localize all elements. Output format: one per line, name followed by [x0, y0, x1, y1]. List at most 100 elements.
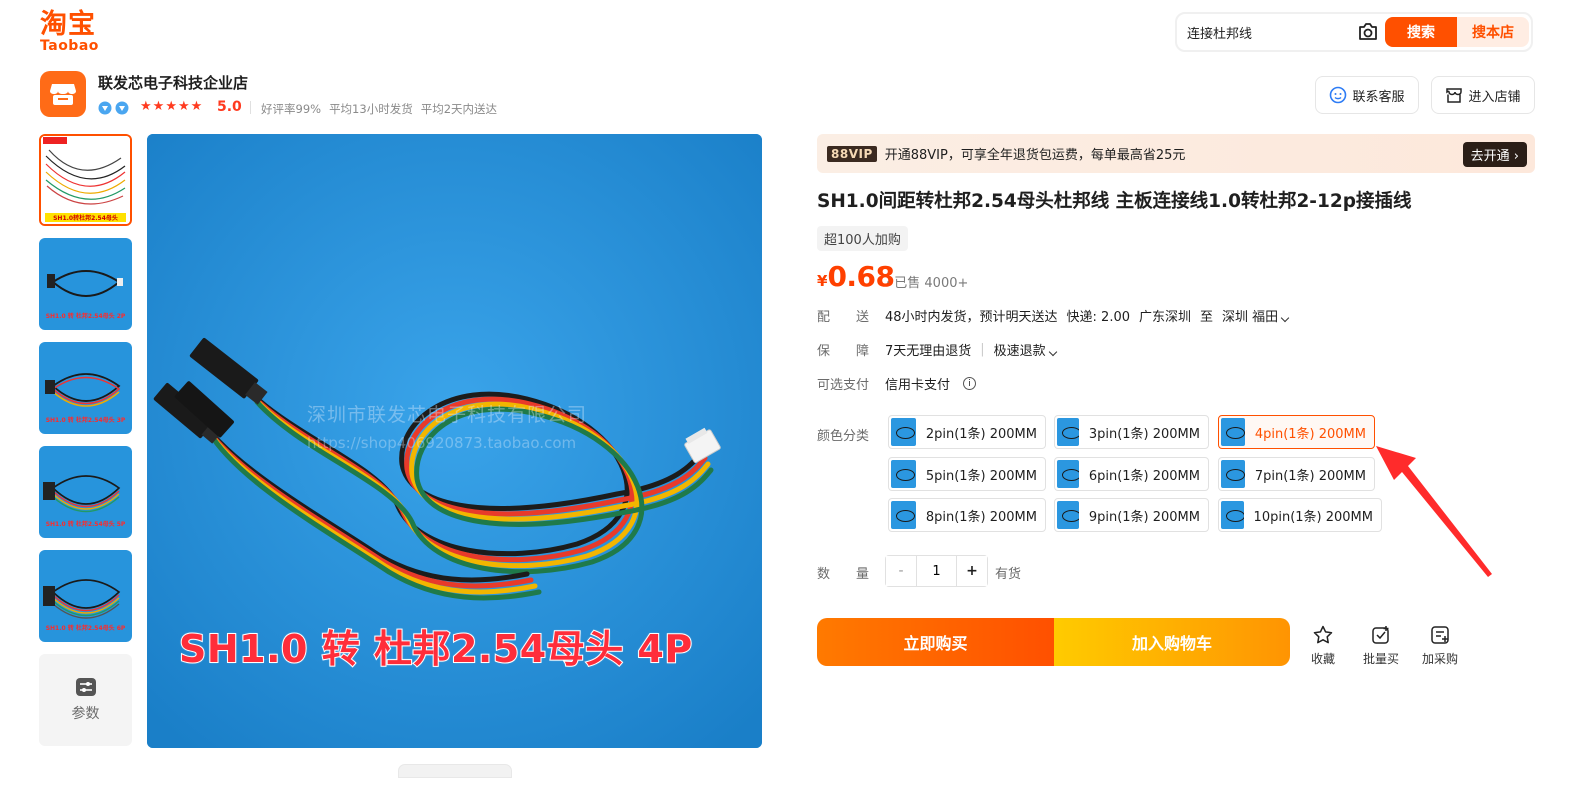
delivery-text: 48小时内发货，预计明天送达 [885, 310, 1058, 325]
search-input[interactable] [1187, 24, 1347, 40]
guarantee-text: 7天无理由退货 [885, 344, 972, 359]
sku-option[interactable]: 5pin(1条) 200MM [888, 457, 1046, 491]
watermark-text: 深圳市联发芯电子科技有限公司 [307, 404, 588, 426]
fast-refund-dropdown[interactable]: 极速退款 [994, 340, 1057, 359]
delivery-label: 配 送 [817, 310, 870, 325]
thumbnail-label: SH1.0 转 杜邦2.54母头 2P [45, 313, 126, 320]
star-icon: ★ [190, 99, 203, 114]
sku-option[interactable]: 3pin(1条) 200MM [1054, 415, 1209, 449]
divider: | [980, 342, 985, 357]
thumbnail-item[interactable]: SH1.0 转 杜邦2.54母头 5P [39, 446, 132, 538]
payment-text: 信用卡支付 [885, 378, 951, 393]
camera-icon[interactable] [1357, 22, 1379, 42]
favorite-action[interactable]: 收藏 [1298, 624, 1348, 667]
sold-count: · 已售 4000+ [886, 276, 969, 291]
thumbnail-item[interactable]: SH1.0 转 杜邦2.54母头 2P [39, 238, 132, 330]
sku-option[interactable]: 2pin(1条) 200MM [888, 415, 1046, 449]
logo-text-cn: 淘宝 [40, 9, 96, 40]
avg-ship-time: 平均13小时发货 [329, 102, 413, 116]
store-badges [98, 100, 129, 116]
customer-service-icon [1330, 86, 1347, 104]
sku-thumbnail [1057, 418, 1079, 446]
sku-option[interactable]: 7pin(1条) 200MM [1218, 457, 1375, 491]
payment-info: 信用卡支付 i [885, 374, 977, 393]
sku-option[interactable]: 6pin(1条) 200MM [1054, 457, 1209, 491]
quantity-increase-button[interactable]: + [957, 556, 987, 586]
shop-icon [1446, 88, 1463, 103]
procurement-icon [1431, 626, 1449, 644]
thumbnail-image [41, 136, 130, 224]
thumbnail-item[interactable]: SH1.0 转 杜邦2.54母头 3P [39, 342, 132, 434]
enter-shop-label: 进入店铺 [1468, 89, 1521, 105]
thumbnail-item[interactable]: SH1.0转杜邦2.54母头 [39, 134, 132, 226]
sku-label: 颜色分类 [817, 429, 870, 444]
sku-thumbnail [1221, 418, 1245, 446]
store-name[interactable]: 联发芯电子科技企业店 [98, 72, 248, 93]
quantity-stepper: - + [885, 555, 988, 587]
store-icon [50, 84, 76, 105]
stock-status: 有货 [995, 567, 1022, 582]
sku-thumbnail [1221, 460, 1245, 488]
contact-service-button[interactable]: 联系客服 [1315, 76, 1419, 114]
add-procurement-action[interactable]: 加采购 [1415, 624, 1465, 667]
sku-option-label: 3pin(1条) 200MM [1088, 426, 1200, 442]
price: ¥ 0.68 [817, 260, 895, 293]
rating-score: 5.0 [217, 99, 242, 115]
enter-shop-button[interactable]: 进入店铺 [1431, 76, 1535, 114]
sku-option-label: 9pin(1条) 200MM [1088, 509, 1200, 525]
vip-open-label: 去开通 [1470, 149, 1510, 164]
sku-option-label: 7pin(1条) 200MM [1254, 468, 1366, 484]
add-procurement-label: 加采购 [1421, 652, 1458, 666]
price-value: 0.68 [827, 260, 895, 293]
main-product-image[interactable]: 深圳市联发芯电子科技有限公司 https://shop406920873.tao… [147, 134, 762, 748]
diamond-badge-icon [98, 101, 112, 115]
info-icon[interactable]: i [963, 377, 977, 390]
sku-thumbnail [1221, 501, 1244, 529]
sku-thumbnail [1057, 460, 1079, 488]
thumbnail-label: SH1.0 转 杜邦2.54母头 5P [45, 521, 126, 528]
vip-text: 开通88VIP，可享全年退货包运费，每单最高省25元 [884, 148, 1186, 163]
favorite-label: 收藏 [1310, 652, 1335, 666]
guarantee-label: 保 障 [817, 344, 870, 359]
thumbnail-list: SH1.0转杜邦2.54母头 SH1.0 转 杜邦2.54母头 2P SH1.0… [39, 134, 132, 746]
sku-thumbnail [891, 460, 916, 488]
sku-option-label: 2pin(1条) 200MM [925, 426, 1037, 442]
sku-option[interactable]: 10pin(1条) 200MM [1218, 498, 1382, 532]
quantity-input[interactable] [916, 556, 957, 586]
taobao-logo[interactable]: 淘宝 Taobao [40, 10, 104, 54]
delivery-from: 广东深圳 [1139, 310, 1192, 325]
delivery-destination-select[interactable]: 深圳 福田 [1222, 306, 1290, 325]
thumbnail-item[interactable]: SH1.0 转 杜邦2.54母头 6P [39, 550, 132, 642]
thumbnail-label: SH1.0 转 杜邦2.54母头 6P [45, 625, 126, 632]
sku-option[interactable]: 9pin(1条) 200MM [1054, 498, 1209, 532]
bulk-buy-action[interactable]: 批量买 [1356, 624, 1406, 667]
currency-symbol: ¥ [817, 272, 828, 290]
sku-option-selected[interactable]: 4pin(1条) 200MM [1218, 415, 1375, 449]
add-to-cart-button[interactable]: 加入购物车 [1054, 618, 1290, 666]
search-in-shop-button[interactable]: 搜本店 [1457, 17, 1529, 47]
search-button[interactable]: 搜索 [1385, 17, 1457, 47]
chevron-down-icon [1048, 347, 1057, 357]
vip-tag: 88VIP [827, 145, 877, 162]
delivery-info: 48小时内发货，预计明天送达 快递: 2.00 广东深圳 至 深圳 福田 [885, 306, 1290, 325]
star-icon: ★ [152, 99, 165, 114]
star-icon: ★ [177, 99, 190, 114]
gallery-scroll-handle[interactable] [398, 764, 512, 778]
sku-thumbnail [891, 501, 916, 529]
store-avatar[interactable] [40, 71, 86, 117]
thumbnail-label: SH1.0 转 杜邦2.54母头 3P [45, 417, 126, 424]
delivery-fee: 快递: 2.00 [1066, 310, 1131, 325]
sku-option-label: 5pin(1条) 200MM [925, 468, 1037, 484]
watermark-url: https://shop406920873.taobao.com [307, 434, 577, 452]
vip-open-button[interactable]: 去开通 › [1462, 142, 1527, 167]
bulk-buy-icon [1372, 626, 1389, 644]
positive-rate: 好评率99% [261, 102, 322, 116]
params-button[interactable]: 参数 [39, 654, 132, 746]
chevron-down-icon [1280, 313, 1290, 323]
image-caption: SH1.0 转 杜邦2.54母头 4P [178, 626, 693, 672]
sku-option[interactable]: 8pin(1条) 200MM [888, 498, 1046, 532]
buy-now-button[interactable]: 立即购买 [817, 618, 1054, 666]
quantity-decrease-button[interactable]: - [886, 556, 916, 586]
params-label: 参数 [71, 706, 100, 722]
store-metrics: 好评率99% 平均13小时发货 平均2天内送达 [261, 101, 497, 117]
